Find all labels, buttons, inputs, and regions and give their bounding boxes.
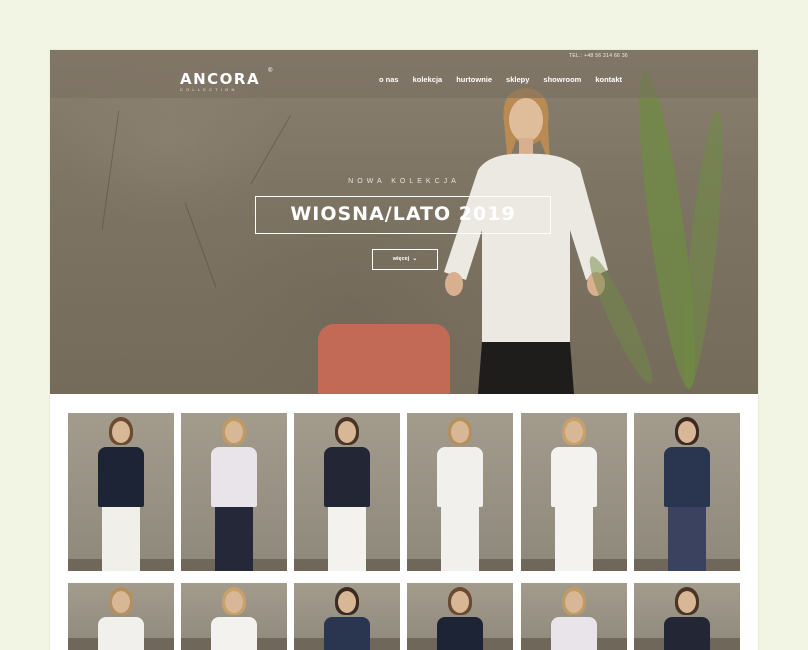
collection-thumbnail[interactable] — [294, 413, 400, 571]
model-top — [664, 447, 710, 507]
wall-crack — [184, 202, 217, 288]
site-logo[interactable]: ANCORA — [180, 70, 260, 88]
model-top — [551, 617, 597, 650]
nav-item-o-nas[interactable]: o nas — [379, 75, 399, 84]
collection-thumbnail[interactable] — [521, 583, 627, 650]
model-top — [437, 617, 483, 650]
collection-thumbnail[interactable] — [68, 583, 174, 650]
collection-thumbnail[interactable] — [407, 583, 513, 650]
model-head — [225, 591, 243, 613]
model-head — [112, 591, 130, 613]
model-top — [324, 617, 370, 650]
model-bottom — [215, 507, 253, 571]
hero-headline: WIOSNA/LATO 2019 — [255, 196, 551, 234]
model-head — [565, 421, 583, 443]
model-head — [112, 421, 130, 443]
hero-kicker: NOWA KOLEKCJA — [348, 178, 460, 185]
more-button[interactable]: więcej ⌄ — [372, 249, 438, 270]
model-bottom — [555, 507, 593, 571]
nav-item-kontakt[interactable]: kontakt — [595, 75, 622, 84]
model-bottom — [328, 507, 366, 571]
collection-thumbnail[interactable] — [521, 413, 627, 571]
wall-crack — [101, 110, 120, 230]
model-top — [211, 447, 257, 507]
model-head — [678, 591, 696, 613]
nav-item-showroom[interactable]: showroom — [543, 75, 581, 84]
more-button-label: więcej — [392, 256, 410, 262]
wall-crack — [250, 115, 291, 185]
main-nav: o nas kolekcja hurtownie sklepy showroom… — [379, 75, 636, 84]
model-top — [324, 447, 370, 507]
model-head — [451, 591, 469, 613]
collection-thumbnail[interactable] — [68, 413, 174, 571]
model-head — [338, 421, 356, 443]
model-head — [451, 421, 469, 443]
chevron-down-icon: ⌄ — [412, 256, 418, 262]
model-bottom — [441, 507, 479, 571]
nav-item-kolekcja[interactable]: kolekcja — [413, 75, 443, 84]
model-bottom — [668, 507, 706, 571]
model-top — [664, 617, 710, 650]
logo-registered-mark: ® — [268, 68, 273, 74]
collection-thumbnail[interactable] — [634, 583, 740, 650]
model-head — [225, 421, 243, 443]
nav-item-sklepy[interactable]: sklepy — [506, 75, 529, 84]
collection-thumbnail[interactable] — [407, 413, 513, 571]
model-top — [98, 447, 144, 507]
site-header: TEL.: +48 56 314 66 36 ANCORA ® COLLECTI… — [50, 50, 758, 98]
collection-thumbnail[interactable] — [294, 583, 400, 650]
collection-thumbnail[interactable] — [181, 583, 287, 650]
model-head — [338, 591, 356, 613]
logo-subtitle: COLLECTION — [180, 87, 238, 92]
model-top — [437, 447, 483, 507]
model-head — [565, 591, 583, 613]
nav-item-hurtownie[interactable]: hurtownie — [456, 75, 492, 84]
collection-thumbnail[interactable] — [181, 413, 287, 571]
model-top — [211, 617, 257, 650]
model-top — [98, 617, 144, 650]
model-head — [678, 421, 696, 443]
model-top — [551, 447, 597, 507]
model-bottom — [102, 507, 140, 571]
hero-banner: TEL.: +48 56 314 66 36 ANCORA ® COLLECTI… — [50, 50, 758, 394]
collection-thumbnail[interactable] — [634, 413, 740, 571]
header-phone: TEL.: +48 56 314 66 36 — [568, 53, 628, 59]
browser-page: TEL.: +48 56 314 66 36 ANCORA ® COLLECTI… — [50, 50, 758, 650]
